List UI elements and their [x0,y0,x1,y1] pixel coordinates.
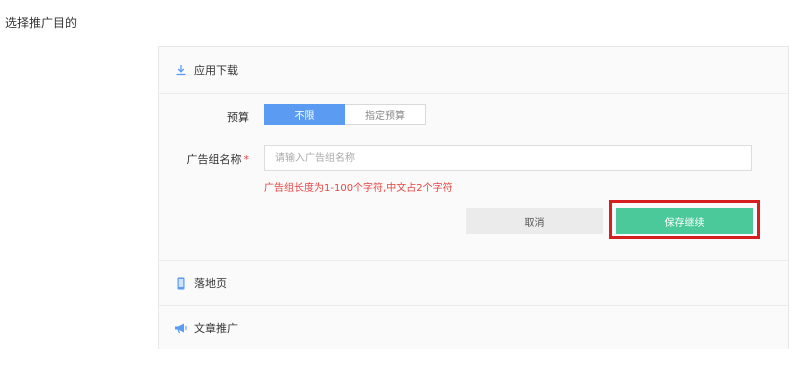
page-title: 选择推广目的 [5,16,78,30]
ad-group-name-input[interactable] [264,145,752,171]
budget-option-specified[interactable]: 指定预算 [345,104,426,125]
section-label: 落地页 [194,277,227,290]
section-label: 文章推广 [194,321,238,335]
mobile-icon [174,276,188,290]
save-continue-button[interactable]: 保存继续 [616,208,753,234]
section-article[interactable]: 文章推广 [159,305,788,349]
ad-group-name-label: 广告组名称 * [149,151,250,167]
section-landing-page[interactable]: 落地页 [159,261,788,305]
megaphone-icon [174,321,188,335]
promotion-purpose-panel: 应用下载 预算 不限 指定预算 广告组名称* 广告组长度为1-100个字符,中文… [158,46,789,349]
required-mark: * [243,153,250,166]
ad-group-name-hint: 广告组长度为1-100个字符,中文占2个字符 [264,183,453,194]
section-app-download[interactable]: 应用下载 [159,47,788,93]
budget-selector: 不限 指定预算 [264,104,426,125]
section-label: 应用下载 [194,64,238,77]
ad-group-name-label-text: 广告组名称 [186,153,242,166]
budget-option-unlimited[interactable]: 不限 [264,104,345,125]
cancel-button[interactable]: 取消 [466,208,603,234]
app-download-form: 预算 不限 指定预算 广告组名称* 广告组长度为1-100个字符,中文占2个字符… [159,93,788,261]
budget-label: 预算 [227,111,249,124]
download-icon [174,63,188,77]
